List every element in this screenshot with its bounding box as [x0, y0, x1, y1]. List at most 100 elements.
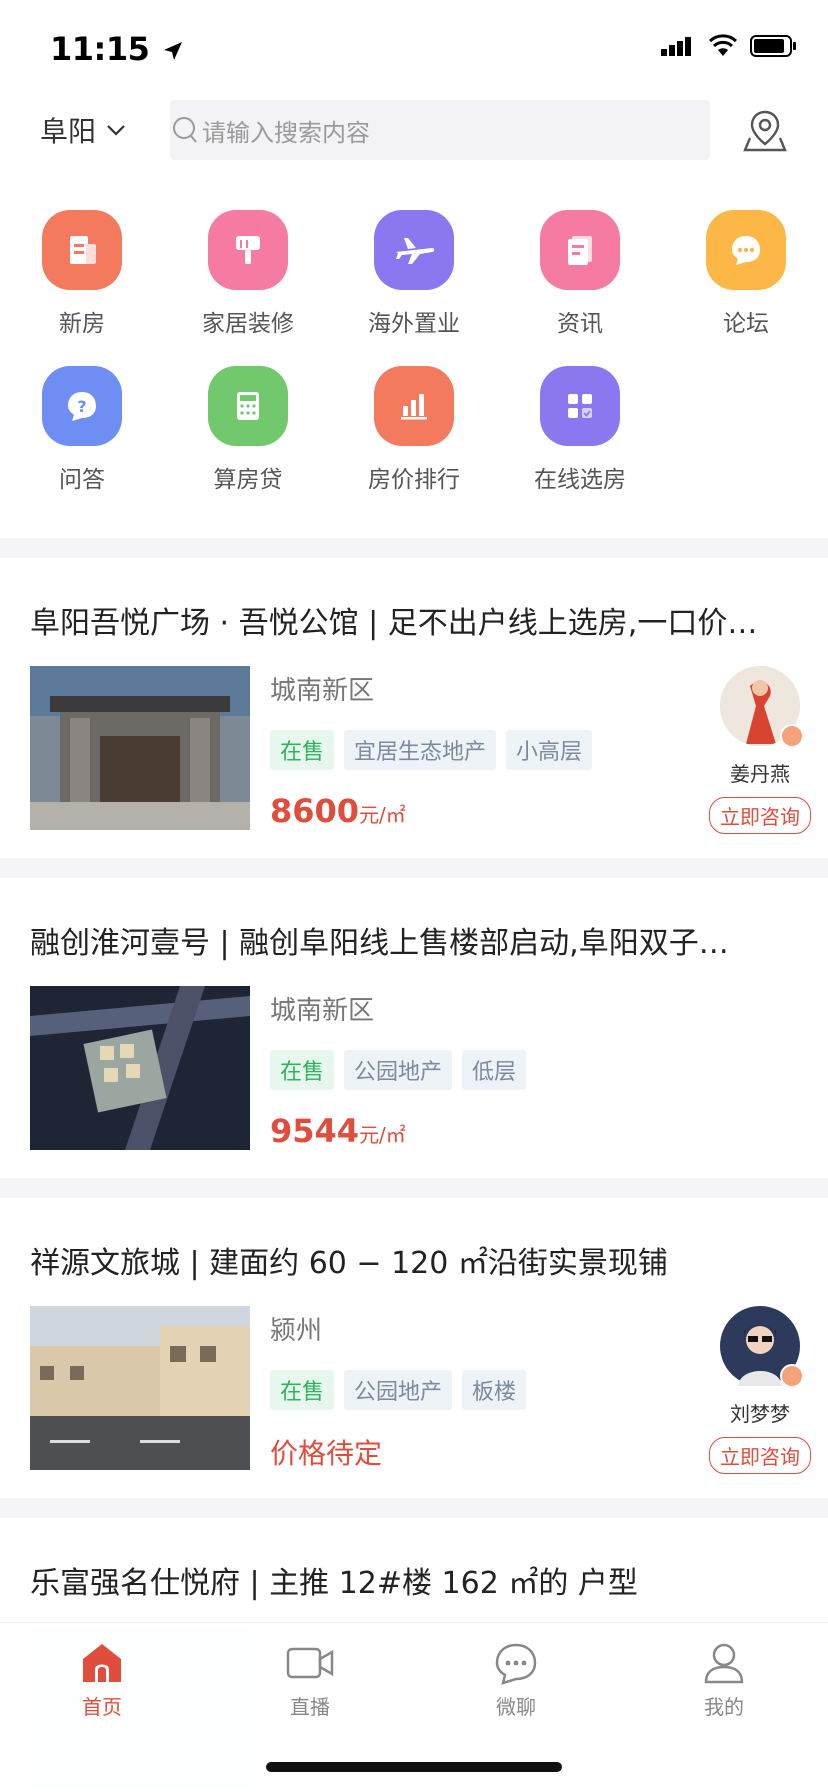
status-time: 11:15 — [50, 30, 184, 68]
search-input[interactable]: 请输入搜索内容 — [202, 113, 370, 148]
category-label: 家居装修 — [202, 311, 294, 337]
listing-area: 颍州 — [270, 1316, 323, 1346]
status-bar: 11:15 — [0, 0, 828, 100]
status-badge: 在售 — [270, 730, 335, 770]
tag-row: 在售 宜居生态地产 小高层 — [270, 730, 593, 770]
grid-select-icon — [540, 366, 620, 446]
category-label: 论坛 — [723, 311, 769, 337]
category-forum[interactable]: 论坛 — [676, 210, 816, 338]
listing-title: 乐富强名仕悦府 | 主推 12#楼 162 ㎡的 户型 — [30, 1566, 638, 1601]
cellular-signal-icon — [661, 37, 691, 56]
feature-tag: 公园地产 — [344, 1050, 453, 1090]
tag-row: 在售 公园地产 低层 — [270, 1050, 527, 1090]
user-icon — [704, 1643, 744, 1684]
category-label: 在线选房 — [534, 467, 626, 493]
map-pin-icon[interactable] — [742, 108, 788, 154]
consult-button[interactable]: 立即咨询 — [709, 797, 811, 834]
chat-icon — [495, 1643, 537, 1685]
listing-title: 祥源文旅城 | 建面约 60 − 120 ㎡沿街实景现铺 — [30, 1246, 668, 1281]
section-divider — [0, 858, 828, 878]
tab-label: 我的 — [704, 1695, 744, 1719]
listing-card[interactable]: 阜阳吾悦广场 · 吾悦公馆 | 足不出户线上选房,一口价… 城南新区 在售 宜居… — [0, 558, 828, 858]
medal-icon — [780, 1364, 804, 1388]
header: 阜阳 请输入搜索内容 — [0, 100, 828, 160]
question-icon: ? — [42, 366, 122, 446]
listing-image — [30, 1306, 250, 1470]
category-news[interactable]: 资讯 — [510, 210, 650, 338]
bar-chart-icon — [374, 366, 454, 446]
status-badge: 在售 — [270, 1370, 335, 1410]
svg-text:?: ? — [77, 397, 86, 416]
category-label: 问答 — [59, 467, 105, 493]
listing-image — [30, 986, 250, 1150]
search-icon — [173, 117, 197, 143]
category-label: 算房贷 — [213, 467, 283, 493]
tag-row: 在售 公园地产 板楼 — [270, 1370, 527, 1410]
status-indicators — [660, 34, 798, 58]
calculator-icon — [208, 366, 288, 446]
tab-mine[interactable]: 我的 — [664, 1641, 784, 1720]
battery-icon — [750, 35, 796, 57]
section-divider — [0, 538, 828, 558]
agent-name: 姜丹燕 — [730, 762, 790, 786]
feature-tag: 低层 — [462, 1050, 527, 1090]
section-divider — [0, 1498, 828, 1518]
listing-area: 城南新区 — [270, 996, 375, 1026]
video-camera-icon — [286, 1647, 334, 1679]
price-value: 8600 — [270, 792, 360, 830]
listing-card[interactable]: 融创淮河壹号 | 融创阜阳线上售楼部启动,阜阳双子… 城南新区 在售 公园地产 … — [0, 878, 828, 1178]
listing-price: 价格待定 — [270, 1437, 383, 1470]
tab-home[interactable]: 首页 — [42, 1641, 162, 1720]
feature-tag: 小高层 — [506, 730, 593, 770]
search-bar[interactable]: 请输入搜索内容 — [170, 100, 710, 160]
category-home-decor[interactable]: 家居装修 — [178, 210, 318, 338]
city-selector[interactable]: 阜阳 — [40, 110, 126, 150]
avatar[interactable] — [720, 666, 804, 748]
home-indicator[interactable] — [266, 1762, 562, 1772]
airplane-icon — [374, 210, 454, 290]
medal-icon — [780, 724, 804, 748]
feature-tag: 宜居生态地产 — [344, 730, 497, 770]
home-icon — [83, 1644, 121, 1682]
tab-label: 微聊 — [496, 1695, 536, 1719]
category-qa[interactable]: ? 问答 — [12, 366, 152, 494]
listing-image — [30, 666, 250, 830]
category-mortgage[interactable]: 算房贷 — [178, 366, 318, 494]
listing-area: 城南新区 — [270, 676, 375, 706]
agent-name: 刘梦梦 — [730, 1402, 790, 1426]
tab-label: 直播 — [290, 1695, 330, 1719]
chat-bubble-icon — [706, 210, 786, 290]
chevron-down-icon — [107, 125, 125, 136]
paint-brush-icon — [208, 210, 288, 290]
status-badge: 在售 — [270, 1050, 335, 1090]
new-house-icon — [42, 210, 122, 290]
feature-tag: 板楼 — [462, 1370, 527, 1410]
consult-button[interactable]: 立即咨询 — [709, 1437, 811, 1474]
price-value: 9544 — [270, 1112, 360, 1150]
category-overseas[interactable]: 海外置业 — [344, 210, 484, 338]
listing-price: 9544元/㎡ — [270, 1112, 406, 1150]
news-icon — [540, 210, 620, 290]
listing-card[interactable]: 祥源文旅城 | 建面约 60 − 120 ㎡沿街实景现铺 颍州 在售 公园地产 … — [0, 1198, 828, 1498]
tab-live[interactable]: 直播 — [250, 1641, 370, 1720]
category-label: 房价排行 — [368, 467, 460, 493]
tab-label: 首页 — [82, 1695, 122, 1719]
listing-title: 阜阳吾悦广场 · 吾悦公馆 | 足不出户线上选房,一口价… — [30, 606, 758, 641]
city-label: 阜阳 — [40, 115, 97, 148]
price-unit: 元/㎡ — [359, 803, 406, 827]
price-unit: 元/㎡ — [359, 1123, 406, 1147]
listing-title: 融创淮河壹号 | 融创阜阳线上售楼部启动,阜阳双子… — [30, 926, 729, 961]
category-label: 海外置业 — [368, 311, 460, 337]
agent-card: 刘梦梦 立即咨询 — [706, 1306, 814, 1474]
category-new-house[interactable]: 新房 — [12, 210, 152, 338]
wifi-icon — [708, 34, 738, 56]
section-divider — [0, 1178, 828, 1198]
agent-card: 姜丹燕 立即咨询 — [706, 666, 814, 834]
category-label: 资讯 — [557, 311, 603, 337]
listing-price: 8600元/㎡ — [270, 792, 406, 830]
tab-chat[interactable]: 微聊 — [456, 1641, 576, 1720]
category-online-select[interactable]: 在线选房 — [510, 366, 650, 494]
avatar[interactable] — [720, 1306, 804, 1388]
category-price-rank[interactable]: 房价排行 — [344, 366, 484, 494]
feature-tag: 公园地产 — [344, 1370, 453, 1410]
